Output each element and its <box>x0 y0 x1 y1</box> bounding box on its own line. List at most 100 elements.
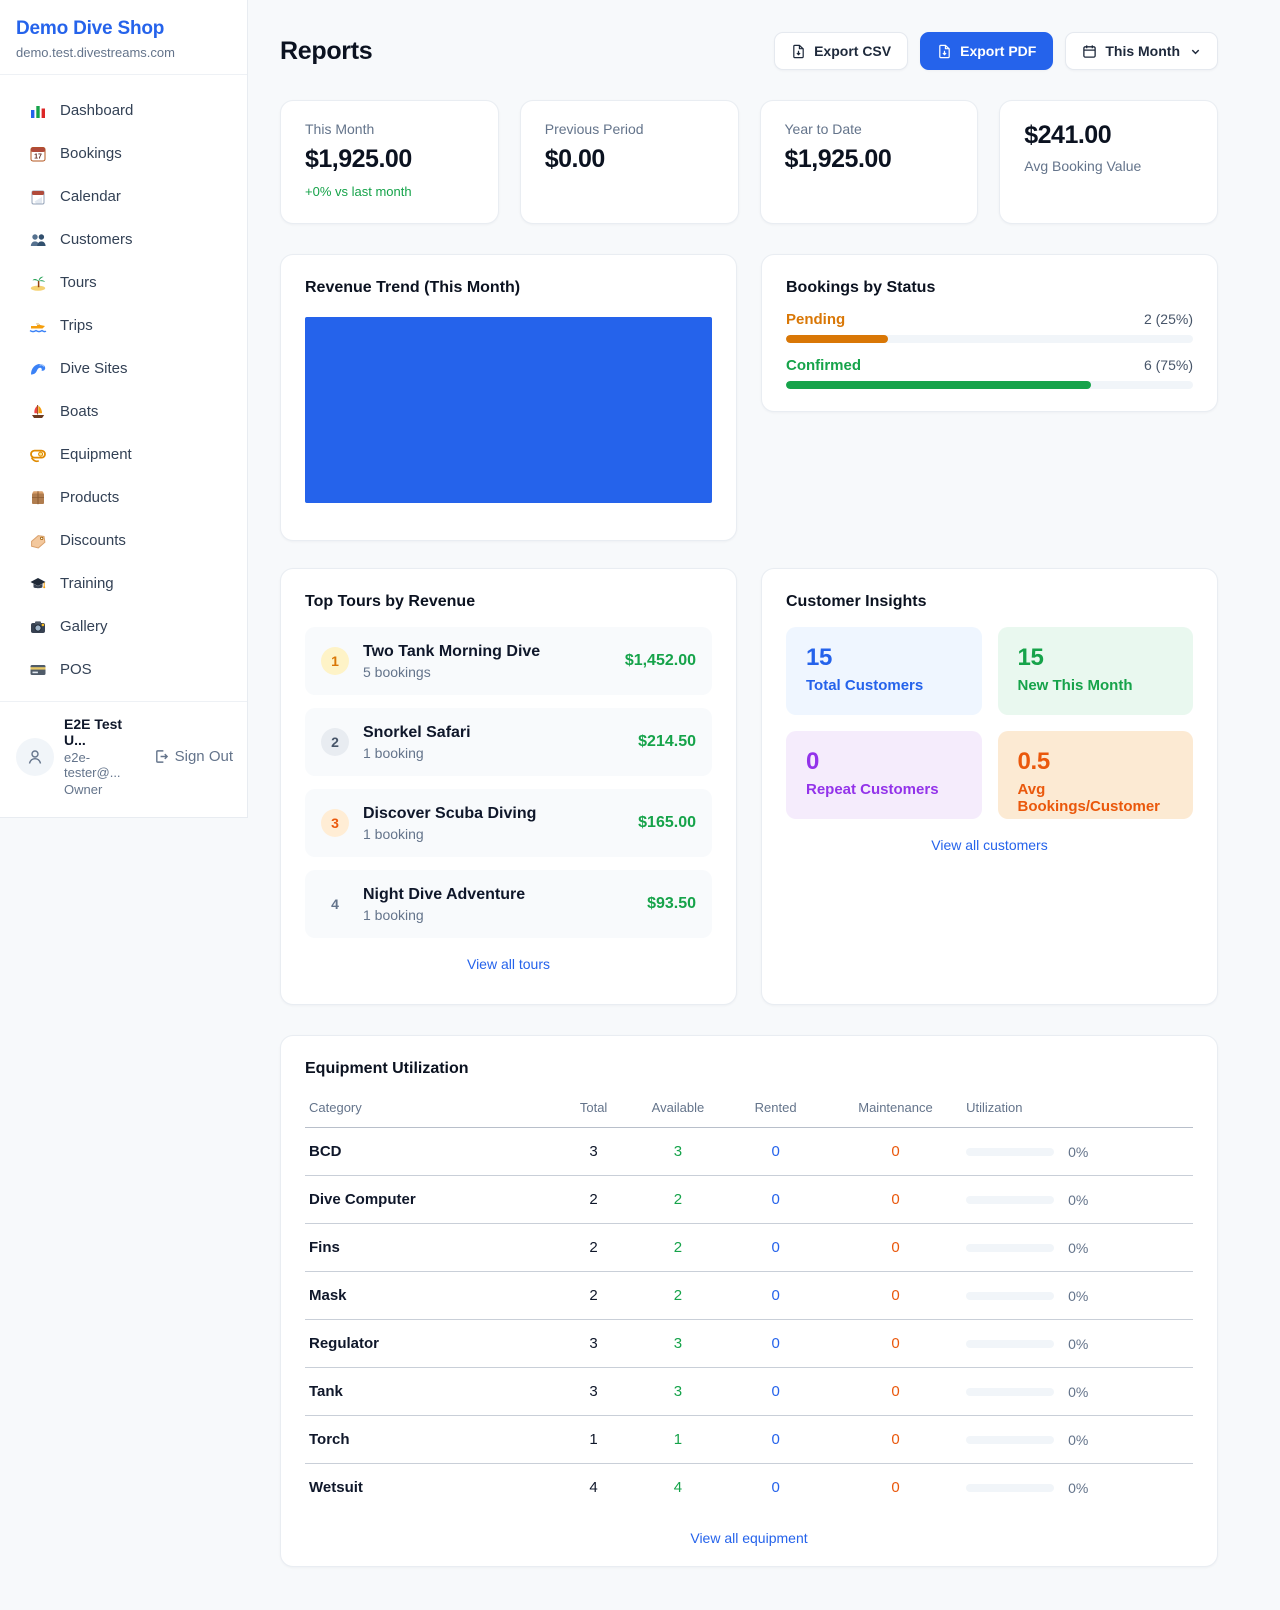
export-csv-button[interactable]: Export CSV <box>774 32 908 70</box>
export-csv-label: Export CSV <box>814 43 891 59</box>
sidebar: Demo Dive Shop demo.test.divestreams.com… <box>0 0 248 818</box>
utilization-bar-track <box>966 1244 1054 1252</box>
sidebar-item-trips[interactable]: Trips <box>0 304 247 347</box>
insight-tile-total-customers: 15 Total Customers <box>786 627 982 715</box>
sidebar-item-dive-sites[interactable]: Dive Sites <box>0 347 247 390</box>
tour-name: Two Tank Morning Dive <box>363 643 540 660</box>
credit-card-icon <box>29 661 47 679</box>
equipment-available: 3 <box>634 1368 723 1416</box>
status-row-pending: Pending 2 (25%) <box>786 311 1193 343</box>
sidebar-item-discounts[interactable]: Discounts <box>0 519 247 562</box>
stat-label: Avg Booking Value <box>1024 158 1193 174</box>
page-header: Reports Export CSV Export PDF This Month <box>280 32 1218 70</box>
equipment-total: 2 <box>554 1272 634 1320</box>
equipment-category: Mask <box>305 1272 554 1320</box>
sidebar-item-training[interactable]: Training <box>0 562 247 605</box>
equipment-category: Regulator <box>305 1320 554 1368</box>
sidebar-item-label: Equipment <box>60 446 132 463</box>
export-pdf-button[interactable]: Export PDF <box>920 32 1053 70</box>
equipment-rented: 0 <box>722 1128 829 1176</box>
brand: Demo Dive Shop demo.test.divestreams.com <box>0 0 247 75</box>
sidebar-item-products[interactable]: Products <box>0 476 247 519</box>
export-pdf-label: Export PDF <box>960 43 1036 59</box>
table-row: Mask 2 2 0 0 0% <box>305 1272 1193 1320</box>
equipment-available: 4 <box>634 1464 723 1512</box>
equipment-total: 1 <box>554 1416 634 1464</box>
tour-name: Snorkel Safari <box>363 724 471 741</box>
stat-card-previous-period: Previous Period $0.00 <box>520 100 739 224</box>
equipment-total: 2 <box>554 1176 634 1224</box>
view-all-tours-link[interactable]: View all tours <box>305 956 712 972</box>
status-bar-fill <box>786 335 888 343</box>
equipment-maintenance: 0 <box>829 1128 962 1176</box>
chevron-down-icon <box>1190 46 1201 57</box>
charts-row: Revenue Trend (This Month) Bookings by S… <box>280 254 1218 541</box>
avatar <box>16 738 54 776</box>
equipment-rented: 0 <box>722 1176 829 1224</box>
equipment-available: 2 <box>634 1176 723 1224</box>
sidebar-item-label: Tours <box>60 274 97 291</box>
equipment-maintenance: 0 <box>829 1464 962 1512</box>
people-icon <box>29 231 47 249</box>
equipment-rented: 0 <box>722 1320 829 1368</box>
status-count: 6 (75%) <box>1144 357 1193 373</box>
sign-out-button[interactable]: Sign Out <box>154 748 233 765</box>
bookings-by-status-title: Bookings by Status <box>786 279 1193 297</box>
user-block: E2E Test U... e2e-tester@... Owner Sign … <box>0 701 247 809</box>
sign-out-icon <box>154 749 169 764</box>
equipment-total: 4 <box>554 1464 634 1512</box>
table-row: Wetsuit 4 4 0 0 0% <box>305 1464 1193 1512</box>
insight-tile-avg-bookings: 0.5 Avg Bookings/Customer <box>998 731 1194 819</box>
user-email: e2e-tester@... <box>64 750 144 780</box>
view-all-equipment-link[interactable]: View all equipment <box>305 1530 1193 1546</box>
camera-icon <box>29 618 47 636</box>
sidebar-item-equipment[interactable]: Equipment <box>0 433 247 476</box>
person-icon <box>25 747 45 767</box>
tag-icon <box>29 532 47 550</box>
customer-insights-card: Customer Insights 15 Total Customers 15 … <box>761 568 1218 1005</box>
sidebar-item-dashboard[interactable]: Dashboard <box>0 89 247 132</box>
stat-value: $1,925.00 <box>785 145 954 174</box>
tour-amount: $165.00 <box>638 814 696 832</box>
utilization-bar-track <box>966 1436 1054 1444</box>
equipment-category: Torch <box>305 1416 554 1464</box>
insight-value: 15 <box>806 644 962 672</box>
insight-label: New This Month <box>1018 677 1174 694</box>
equipment-total: 3 <box>554 1320 634 1368</box>
equipment-maintenance: 0 <box>829 1320 962 1368</box>
sidebar-item-label: Boats <box>60 403 98 420</box>
equipment-maintenance: 0 <box>829 1416 962 1464</box>
utilization-bar-track <box>966 1340 1054 1348</box>
sidebar-item-pos[interactable]: POS <box>0 648 247 691</box>
sidebar-item-boats[interactable]: Boats <box>0 390 247 433</box>
sidebar-item-label: Training <box>60 575 114 592</box>
utilization-bar-track <box>966 1388 1054 1396</box>
column-header-rented: Rented <box>722 1094 829 1128</box>
tour-bookings: 1 booking <box>363 826 624 842</box>
equipment-rented: 0 <box>722 1224 829 1272</box>
sidebar-item-bookings[interactable]: 17 Bookings <box>0 132 247 175</box>
page-title: Reports <box>280 37 372 66</box>
table-row: Regulator 3 3 0 0 0% <box>305 1320 1193 1368</box>
sidebar-item-tours[interactable]: Tours <box>0 261 247 304</box>
sailboat-icon <box>29 403 47 421</box>
tour-row: 1 Two Tank Morning Dive 5 bookings $1,45… <box>305 627 712 695</box>
tour-row: 2 Snorkel Safari 1 booking $214.50 <box>305 708 712 776</box>
status-bar-fill <box>786 381 1091 389</box>
insight-label: Repeat Customers <box>806 781 962 798</box>
tear-off-calendar-icon <box>29 188 47 206</box>
period-dropdown[interactable]: This Month <box>1065 32 1218 70</box>
stat-value: $0.00 <box>545 145 714 174</box>
utilization-percent: 0% <box>1068 1144 1088 1160</box>
sidebar-item-customers[interactable]: Customers <box>0 218 247 261</box>
sidebar-item-gallery[interactable]: Gallery <box>0 605 247 648</box>
equipment-maintenance: 0 <box>829 1176 962 1224</box>
view-all-customers-link[interactable]: View all customers <box>786 837 1193 853</box>
equipment-maintenance: 0 <box>829 1224 962 1272</box>
tour-bookings: 5 bookings <box>363 664 611 680</box>
utilization-bar-track <box>966 1148 1054 1156</box>
stat-card-avg-booking-value: $241.00 Avg Booking Value <box>999 100 1218 224</box>
sidebar-item-calendar[interactable]: Calendar <box>0 175 247 218</box>
stat-value: $1,925.00 <box>305 145 474 174</box>
insight-value: 15 <box>1018 644 1174 672</box>
